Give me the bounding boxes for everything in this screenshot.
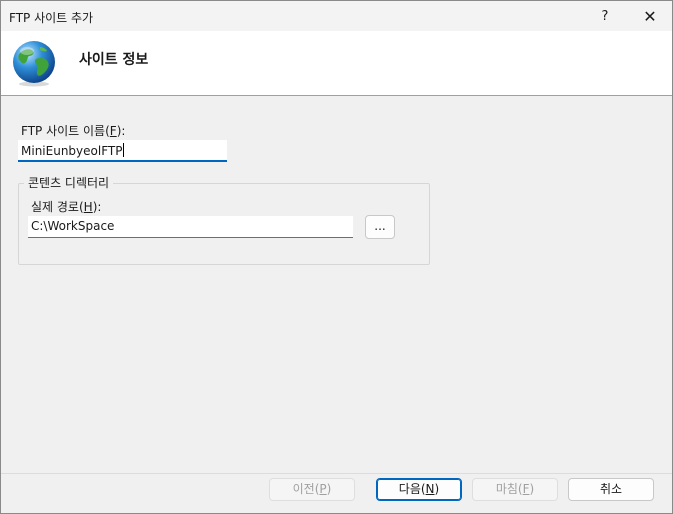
close-icon: ✕ <box>643 6 657 26</box>
add-ftp-site-dialog: FTP 사이트 추가 ? ✕ 사이트 정보 FTP 사이트 이름(F): Min… <box>0 0 673 514</box>
title-bar: FTP 사이트 추가 ? ✕ <box>1 1 672 31</box>
page-title: 사이트 정보 <box>79 52 149 68</box>
physical-path-label: 실제 경로(H): <box>31 200 102 214</box>
text-caret <box>123 143 125 157</box>
site-name-input[interactable]: MiniEunbyeolFTP <box>18 140 227 162</box>
close-button[interactable]: ✕ <box>628 1 672 31</box>
wizard-header: 사이트 정보 <box>1 31 672 96</box>
finish-button[interactable]: 마침(F) <box>472 478 558 501</box>
content-directory-legend: 콘텐츠 디렉터리 <box>24 174 114 191</box>
cancel-button[interactable]: 취소 <box>568 478 654 501</box>
physical-path-input[interactable]: C:\WorkSpace <box>28 216 353 238</box>
help-button[interactable]: ? <box>583 1 627 31</box>
site-name-label: FTP 사이트 이름(F): <box>21 124 126 138</box>
previous-button[interactable]: 이전(P) <box>269 478 355 501</box>
browse-button[interactable]: ... <box>365 215 395 239</box>
window-title: FTP 사이트 추가 <box>9 11 94 25</box>
footer-divider <box>1 473 672 474</box>
next-button[interactable]: 다음(N) <box>376 478 462 501</box>
globe-icon <box>13 41 55 87</box>
